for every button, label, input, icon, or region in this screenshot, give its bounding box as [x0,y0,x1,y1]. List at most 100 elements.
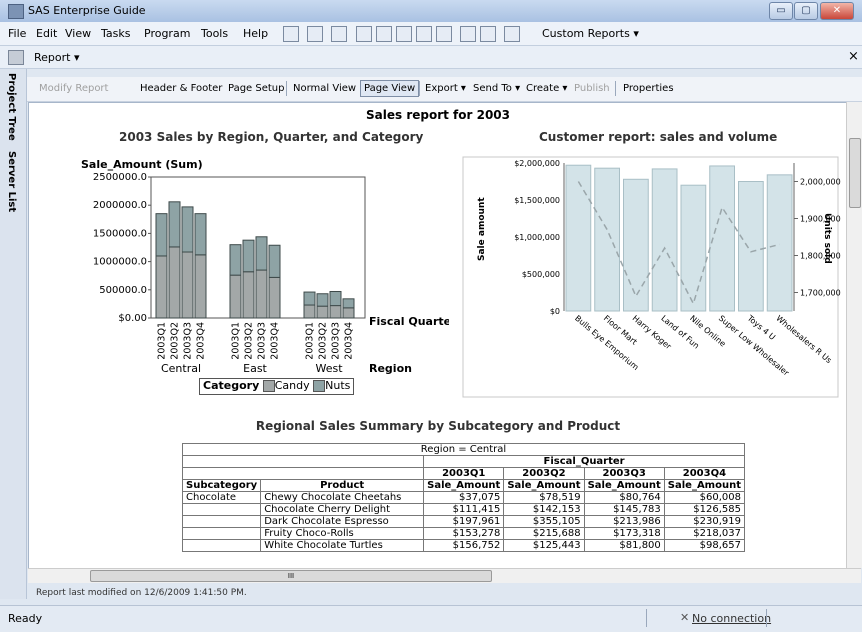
report-title: Sales report for 2003 [366,108,510,122]
amount-cell: $60,008 [663,491,746,504]
y-tick-label: $500,000 [522,270,560,279]
bar-nuts [181,206,194,253]
vertical-scrollbar[interactable] [846,102,862,568]
properties-button[interactable]: Properties [623,83,674,94]
normal-view-button[interactable]: Normal View [293,83,356,94]
delete-icon[interactable] [436,26,452,42]
summary-table-title: Regional Sales Summary by Subcategory an… [255,419,621,433]
status-ready: Ready [8,612,43,625]
sales-bar [738,181,764,312]
menu-help[interactable]: Help [243,27,268,40]
header-footer-button[interactable]: Header & Footer [140,83,222,94]
connection-status-link[interactable]: No connection [692,612,771,625]
bar-candy [268,276,281,319]
print-icon[interactable] [356,26,372,42]
menu-tasks[interactable]: Tasks [101,27,130,40]
region-label: Central [161,362,201,375]
export-menu[interactable]: Export ▾ [425,83,466,94]
tab-project-tree[interactable]: Project Tree [6,73,17,141]
report-tab-bar: Report ▾ × [0,46,862,69]
page-view-button[interactable]: Page View [360,80,420,97]
menu-file[interactable]: File [8,27,26,40]
vertical-scroll-thumb[interactable] [849,138,861,208]
sales-bar [594,167,620,312]
redo-icon[interactable] [480,26,496,42]
custom-reports-menu[interactable]: Custom Reports ▾ [542,27,639,40]
product-cell: Chocolate Cherry Delight [260,503,425,516]
undo-icon[interactable] [460,26,476,42]
bar-candy [303,304,316,319]
open-icon[interactable] [307,26,323,42]
horizontal-scrollbar[interactable]: III [28,568,861,583]
report-icon [8,50,24,65]
x-tick-label: 2003Q1 [231,322,242,360]
bar-candy [342,307,355,319]
left-chart-bars [155,201,355,319]
bar-nuts [168,201,181,248]
legend-label-candy: Candy [274,379,310,392]
horizontal-scroll-thumb[interactable]: III [90,570,492,582]
x-tick-label: 2003Q4 [270,322,281,360]
publish-button[interactable]: Publish [574,83,610,94]
menu-bar: File Edit View Tasks Program Tools Help … [0,22,862,46]
quarter-header: 2003Q3 [583,467,665,480]
menu-tools[interactable]: Tools [201,27,228,40]
left-chart-region-labels: Central East West [161,362,343,375]
quarter-header: 2003Q4 [663,467,746,480]
summary-table: Region = Central Fiscal_Quarter 2003Q1 2… [181,443,746,552]
sales-bar [623,178,649,312]
x-tick-label: 2003Q4 [196,322,207,360]
copy-icon[interactable] [396,26,412,42]
maximize-button[interactable]: ▢ [794,2,818,20]
bar-candy [229,274,242,319]
amount-cell: $78,519 [503,491,585,504]
product-cell: Chewy Chocolate Cheetahs [260,491,425,504]
region-label: East [243,362,267,375]
product-cell: Fruity Choco-Rolls [260,527,425,540]
quarter-header: 2003Q1 [423,467,505,480]
new-icon[interactable] [283,26,299,42]
legend-swatch-candy [262,380,275,392]
cut-icon[interactable] [376,26,392,42]
separator [646,609,647,627]
x-tick-label: 2003Q4 [344,322,355,360]
product-cell: Dark Chocolate Espresso [260,515,425,528]
menu-program[interactable]: Program [144,27,190,40]
tab-server-list[interactable]: Server List [6,151,17,212]
measure-header: Sale_Amount [583,479,665,492]
close-report-button[interactable]: × [848,49,859,64]
page-setup-button[interactable]: Page Setup [228,83,285,94]
report-modified-note: Report last modified on 12/6/2009 1:41:5… [36,588,247,598]
left-chart-title: 2003 Sales by Region, Quarter, and Categ… [119,130,424,144]
product-cell: White Chocolate Turtles [260,539,425,552]
y-tick-label: 2000000.0 [93,200,147,211]
window-layout-icon[interactable] [504,26,520,42]
legend-title: Category [203,379,260,392]
modify-report-button[interactable]: Modify Report [39,83,108,94]
app-icon [8,4,24,19]
table-row: Fruity Choco-Rolls $153,278 $215,688 $173,3… [181,527,746,540]
amount-cell: $98,657 [663,539,746,552]
table-row: Chocolate Chewy Chocolate Cheetahs $37,075… [181,491,746,504]
x-tick-label: 2003Q1 [157,322,168,360]
menu-edit[interactable]: Edit [36,27,57,40]
bar-nuts [342,298,355,309]
create-menu[interactable]: Create ▾ [526,83,567,94]
send-to-menu[interactable]: Send To ▾ [473,83,520,94]
save-icon[interactable] [331,26,347,42]
subcategory-cell [181,539,262,552]
y2-tick-label: 2,000,000 [800,178,841,187]
y-tick-label: 1500000.0 [93,228,147,239]
paste-icon[interactable] [416,26,432,42]
amount-cell: $142,153 [503,503,585,516]
x-tick-label: 2003Q3 [331,322,342,360]
table-row: Chocolate Cherry Delight $111,415 $142,153… [181,503,746,516]
close-button[interactable]: ✕ [820,2,854,20]
report-tab[interactable]: Report ▾ [34,51,79,64]
legend-swatch-nuts [313,380,326,392]
bar-candy [168,246,181,319]
left-chart-group-label: Region [369,362,412,375]
menu-view[interactable]: View [65,27,91,40]
minimize-button[interactable]: ▭ [769,2,793,20]
left-chart-y-axis: 2500000.0 2000000.0 1500000.0 1000000.0 5000… [93,173,151,324]
